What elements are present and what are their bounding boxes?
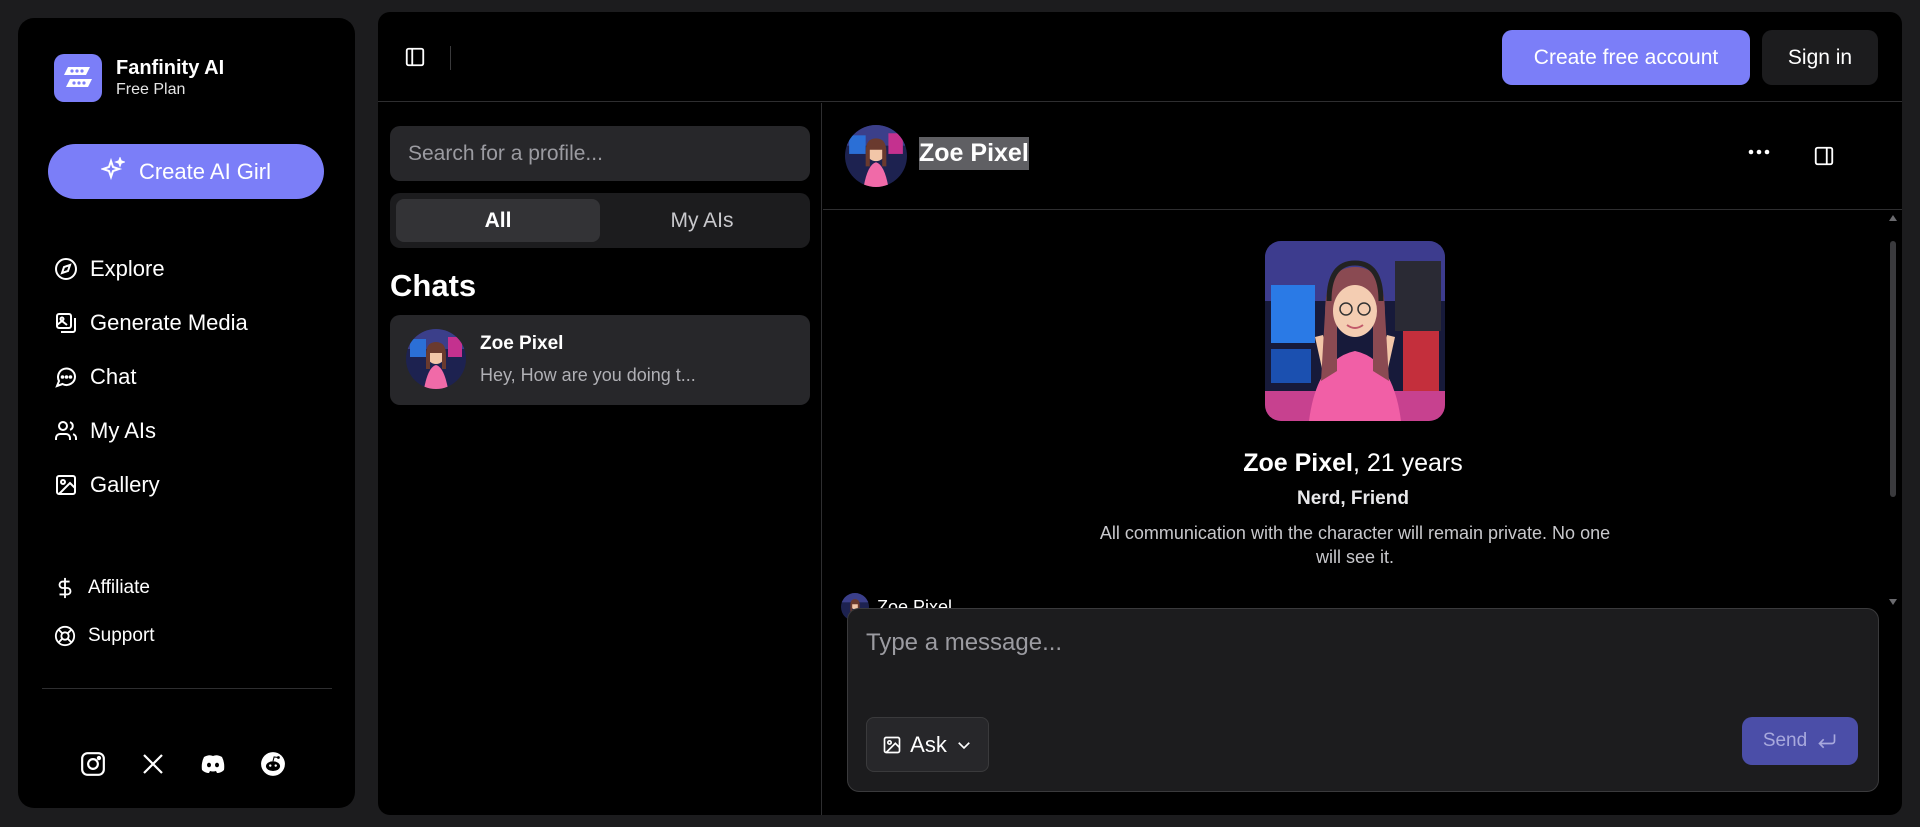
- message-input[interactable]: [866, 629, 1766, 689]
- privacy-note: All communication with the character wil…: [1099, 523, 1611, 567]
- sidebar-item-label: Affiliate: [88, 577, 150, 598]
- dollar-icon: [58, 577, 72, 599]
- profile-photo: [1265, 241, 1445, 421]
- chevron-down-icon: [958, 741, 970, 749]
- sidebar-item-gallery[interactable]: Gallery: [54, 458, 248, 512]
- sidebar-item-chat[interactable]: Chat: [54, 350, 248, 404]
- main-nav: Explore Generate Media Chat My AIs Galle…: [54, 242, 248, 512]
- x-icon[interactable]: [140, 751, 166, 777]
- sidebar-item-label: My AIs: [90, 418, 157, 443]
- tab-my-ais[interactable]: My AIs: [600, 199, 804, 242]
- ask-mode-dropdown[interactable]: Ask: [866, 717, 989, 772]
- scroll-down-arrow[interactable]: [1889, 599, 1897, 605]
- brand[interactable]: Fanfinity AI Free Plan: [54, 54, 224, 102]
- sidebar-item-support[interactable]: Support: [54, 612, 155, 660]
- sidebar-item-explore[interactable]: Explore: [54, 242, 248, 296]
- sidebar-item-label: Generate Media: [90, 310, 248, 335]
- sidebar-item-label: Support: [88, 625, 155, 646]
- profile-panel-toggle-icon[interactable]: [1813, 145, 1835, 172]
- top-bar: Create free account Sign in: [378, 12, 1902, 102]
- profile-tags: Nerd, Friend: [1297, 488, 1409, 509]
- sidebar-item-label: Gallery: [90, 472, 160, 497]
- chat-filter-tabs: All My AIs: [390, 193, 810, 248]
- create-free-account-button[interactable]: Create free account: [1502, 30, 1750, 85]
- profile-age: , 21 years: [1352, 449, 1463, 477]
- search-input[interactable]: [390, 126, 810, 181]
- chat-icon: [55, 367, 77, 388]
- compass-icon: [55, 258, 77, 280]
- create-ai-girl-button[interactable]: Create AI Girl: [48, 144, 324, 199]
- more-options-icon[interactable]: [1748, 143, 1770, 161]
- reddit-icon[interactable]: [260, 751, 286, 777]
- topbar-divider: [450, 46, 451, 70]
- sign-in-button[interactable]: Sign in: [1762, 30, 1878, 85]
- secondary-nav: Affiliate Support: [54, 564, 155, 660]
- chat-list-panel: All My AIs Chats Zoe Pixel Hey, How are …: [378, 103, 822, 815]
- lifebuoy-icon: [54, 625, 76, 647]
- conversation-title: Zoe Pixel: [919, 137, 1029, 170]
- sparkles-icon: [99, 155, 126, 187]
- message-composer: Ask Send: [847, 608, 1879, 792]
- conversation-header: Zoe Pixel: [823, 103, 1902, 210]
- conversation-panel: Zoe Pixel Zoe Pixel, 21 years Nerd, Frie…: [823, 103, 1902, 815]
- media-icon: [56, 313, 76, 333]
- sidebar-item-label: Explore: [90, 256, 165, 281]
- plan-label: Free Plan: [116, 81, 186, 98]
- social-links: [80, 751, 286, 777]
- enter-icon: [1818, 734, 1836, 749]
- profile-heading: Zoe Pixel, 21 years: [823, 449, 1883, 478]
- chat-list-item[interactable]: Zoe Pixel Hey, How are you doing t...: [390, 315, 810, 405]
- image-icon: [56, 475, 76, 495]
- send-label: Send: [1762, 730, 1808, 751]
- send-button[interactable]: Send: [1742, 717, 1858, 765]
- image-icon: [883, 736, 901, 753]
- chat-preview: Hey, How are you doing t...: [480, 365, 696, 385]
- create-ai-girl-label: Create AI Girl: [138, 158, 272, 184]
- instagram-icon[interactable]: [80, 751, 106, 777]
- sidebar-item-generate-media[interactable]: Generate Media: [54, 296, 248, 350]
- profile-name: Zoe Pixel: [1243, 449, 1353, 477]
- sidebar-divider: [42, 688, 332, 689]
- discord-icon[interactable]: [200, 751, 226, 777]
- sidebar-item-label: Chat: [90, 364, 137, 389]
- chats-heading: Chats: [390, 268, 477, 303]
- brand-logo-icon: [54, 54, 102, 102]
- main-panel: Create free account Sign in All My AIs C…: [378, 12, 1902, 815]
- users-icon: [55, 421, 77, 440]
- ask-label: Ask: [910, 731, 947, 757]
- sidebar-toggle-icon[interactable]: [404, 46, 426, 73]
- avatar[interactable]: [845, 125, 907, 187]
- sidebar-item-affiliate[interactable]: Affiliate: [54, 564, 155, 612]
- avatar: [406, 329, 466, 389]
- scroll-up-arrow[interactable]: [1889, 215, 1897, 221]
- chat-name: Zoe Pixel: [480, 333, 564, 354]
- scrollbar-thumb[interactable]: [1890, 241, 1896, 497]
- sidebar-item-my-ais[interactable]: My AIs: [54, 404, 248, 458]
- sidebar: Fanfinity AI Free Plan Create AI Girl Ex…: [18, 18, 355, 808]
- tab-all[interactable]: All: [396, 199, 600, 242]
- brand-name: Fanfinity AI: [116, 57, 225, 79]
